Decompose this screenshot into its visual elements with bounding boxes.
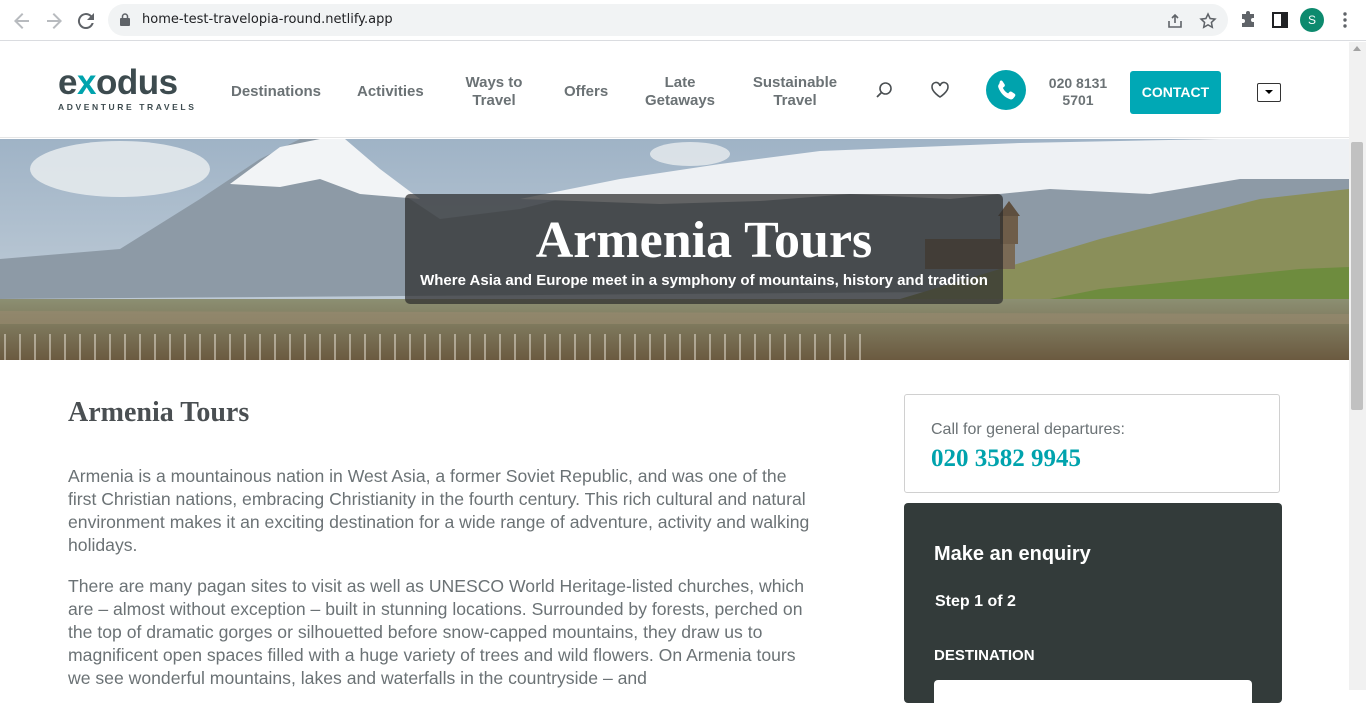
forward-arrow-icon[interactable] [42,9,66,33]
nav-ways-line1: Ways to [465,74,523,91]
phone-icon[interactable] [986,70,1026,110]
back-arrow-icon[interactable] [10,9,34,33]
search-icon[interactable] [874,80,894,100]
call-departures-box: Call for general departures: 020 3582 99… [904,394,1280,493]
nav-ways-line2: Travel [472,92,516,109]
language-dropdown[interactable] [1257,83,1281,102]
enquiry-title: Make an enquiry [934,543,1091,565]
nav-sustainable-line2: Travel [773,92,817,109]
nav-late-line2: Getaways [644,92,716,109]
lock-icon [120,13,130,26]
share-icon[interactable] [1166,12,1184,30]
hero-subtitle: Where Asia and Europe meet in a symphony… [420,272,988,289]
hero-banner: Armenia Tours Where Asia and Europe meet… [0,139,1349,360]
logo-letters-odus: odus [95,63,178,102]
nav-offers[interactable]: Offers [564,83,608,101]
page-scrollbar[interactable] [1349,42,1366,690]
chevron-down-icon [1265,90,1273,94]
side-panel-icon[interactable] [1270,10,1290,30]
heart-wishlist-icon[interactable] [930,80,950,100]
reload-icon[interactable] [74,9,98,33]
nav-sustainable-travel[interactable]: Sustainable Travel [746,74,844,110]
address-bar[interactable]: home-test-travelopia-round.netlify.app [108,4,1228,36]
profile-avatar[interactable]: S [1300,8,1324,32]
exodus-logo[interactable]: exodus ADVENTURE TRAVELS [58,63,198,114]
phone-line1: 020 8131 [1048,75,1108,91]
destination-select[interactable] [934,680,1252,710]
scroll-up-arrow-icon[interactable] [1353,46,1361,51]
enquiry-form: Make an enquiry Step 1 of 2 DESTINATION [904,503,1282,710]
call-phone-number[interactable]: 020 3582 9945 [931,445,1081,473]
contact-button[interactable]: CONTACT [1130,71,1221,114]
nav-late-getaways[interactable]: Late Getaways [640,74,720,110]
nav-ways-to-travel[interactable]: Ways to Travel [458,74,530,110]
logo-tagline: ADVENTURE TRAVELS [58,102,197,112]
phone-line2: 5701 [1062,92,1094,108]
hero-title: Armenia Tours [535,212,873,269]
more-menu-icon[interactable] [1335,10,1355,30]
url-text: home-test-travelopia-round.netlify.app [142,12,393,27]
nav-late-line1: Late [664,74,696,91]
logo-letter-e: e [58,63,77,102]
intro-paragraph: Armenia is a mountainous nation in West … [68,466,810,555]
header-phone-number[interactable]: 020 8131 5701 [1040,75,1116,109]
nav-sustainable-line1: Sustainable [752,74,838,91]
page-title: Armenia Tours [68,397,250,428]
nav-activities[interactable]: Activities [357,83,424,101]
bookmark-star-icon[interactable] [1199,12,1217,30]
enquiry-step: Step 1 of 2 [935,593,1016,610]
nav-destinations[interactable]: Destinations [231,83,321,101]
call-label: Call for general departures: [931,421,1125,438]
browser-toolbar: home-test-travelopia-round.netlify.app S [0,0,1366,41]
body-paragraph: There are many pagan sites to visit as w… [68,576,804,688]
logo-letter-x: x [76,63,96,102]
scrollbar-thumb[interactable] [1351,142,1363,410]
hero-caption-box: Armenia Tours Where Asia and Europe meet… [405,194,1003,304]
site-header: exodus ADVENTURE TRAVELS Destinations Ac… [0,42,1349,138]
destination-label: DESTINATION [934,647,1035,664]
extensions-puzzle-icon[interactable] [1238,10,1258,30]
